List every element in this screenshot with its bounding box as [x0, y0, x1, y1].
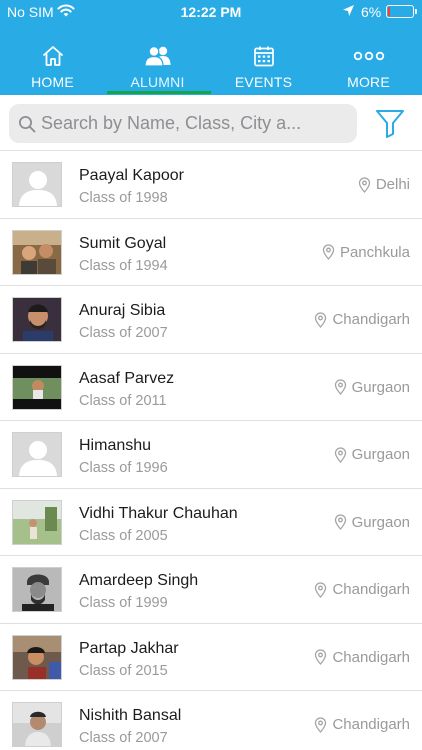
location-pin-icon	[315, 311, 327, 328]
alumni-row[interactable]: Aasaf Parvez Class of 2011 Gurgaon	[0, 354, 422, 421]
location-pin-icon	[334, 379, 346, 395]
search-icon	[19, 116, 36, 133]
avatar-photo	[12, 634, 62, 680]
alumni-class: Class of 1999	[79, 595, 168, 611]
alumni-location: Chandigarh	[314, 649, 410, 666]
active-tab-indicator	[107, 91, 211, 94]
alumni-city: Chandigarh	[332, 716, 410, 733]
location-pin-icon	[315, 716, 327, 733]
avatar-photo	[12, 702, 62, 747]
battery-icon	[386, 5, 417, 18]
alumni-class: Class of 2005	[79, 527, 168, 544]
alumni-name: Partap Jakhar	[79, 639, 179, 657]
tab-home-label: HOME	[31, 74, 74, 90]
alumni-name: Himanshu	[79, 437, 152, 454]
alumni-location: Chandigarh	[314, 311, 410, 328]
alumni-row[interactable]: Vidhi Thakur Chauhan Class of 2005 Gurga…	[0, 489, 422, 556]
alumni-city: Delhi	[375, 176, 410, 193]
location-pin-icon	[334, 514, 346, 530]
alumni-city: Gurgaon	[351, 513, 410, 531]
alumni-location: Gurgaon	[334, 446, 410, 463]
alumni-location: Panchkula	[322, 244, 410, 261]
alumni-row[interactable]: Paayal Kapoor Class of 1998 Delhi	[0, 151, 422, 219]
more-dots-icon	[353, 51, 384, 61]
calendar-icon	[253, 46, 274, 67]
alumni-location: Gurgaon	[334, 514, 410, 531]
alumni-row[interactable]: Sumit Goyal Class of 1994 Panchkula	[0, 219, 422, 286]
tab-alumni[interactable]: ALUMNI	[105, 40, 210, 95]
avatar-photo	[12, 364, 62, 410]
alumni-city: Chandigarh	[332, 581, 410, 598]
people-icon	[143, 46, 170, 67]
location-pin-icon	[315, 649, 327, 665]
tab-more-label: MORE	[347, 74, 390, 90]
battery-level	[388, 7, 390, 16]
alumni-class: Class of 2011	[79, 392, 167, 409]
tab-more[interactable]: MORE	[316, 40, 421, 95]
status-time: 12:22 PM	[180, 4, 242, 20]
tab-alumni-label: ALUMNI	[130, 74, 185, 90]
alumni-class: Class of 1994	[79, 257, 168, 274]
tab-events[interactable]: EVENTS	[211, 40, 316, 95]
search-bar	[0, 95, 422, 151]
alumni-location: Delhi	[358, 176, 410, 193]
home-icon	[42, 46, 63, 66]
alumni-name: Anuraj Sibia	[79, 302, 166, 319]
tab-home[interactable]: HOME	[0, 40, 105, 95]
tab-bar: HOME ALUMNI EVENTS MORE	[0, 40, 422, 95]
alumni-class: Class of 2015	[79, 662, 168, 679]
alumni-row[interactable]: Partap Jakhar Class of 2015 Chandigarh	[0, 624, 422, 691]
avatar-placeholder	[12, 162, 62, 207]
tab-events-label: EVENTS	[234, 74, 293, 90]
alumni-row[interactable]: Amardeep Singh Class of 1999 Chandigarh	[0, 556, 422, 624]
alumni-row[interactable]: Anuraj Sibia Class of 2007 Chandigarh	[0, 286, 422, 354]
search-input[interactable]	[41, 104, 347, 143]
location-pin-icon	[358, 176, 370, 193]
alumni-name: Aasaf Parvez	[79, 369, 175, 387]
alumni-name: Nishith Bansal	[79, 707, 182, 724]
alumni-name: Vidhi Thakur Chauhan	[79, 504, 238, 522]
search-field[interactable]	[9, 104, 357, 143]
avatar-photo	[12, 229, 62, 275]
alumni-row[interactable]: Nishith Bansal Class of 2007 Chandigarh	[0, 691, 422, 750]
filter-icon[interactable]	[372, 107, 408, 139]
status-bar: No SIM 12:22 PM 6%	[0, 0, 422, 24]
location-pin-icon	[315, 581, 327, 598]
alumni-city: Chandigarh	[332, 311, 410, 328]
location-pin-icon	[322, 244, 335, 260]
location-pin-icon	[334, 446, 346, 463]
alumni-location: Chandigarh	[314, 581, 410, 598]
alumni-row[interactable]: Himanshu Class of 1996 Gurgaon	[0, 421, 422, 489]
alumni-class: Class of 2007	[79, 325, 168, 341]
avatar-photo	[12, 297, 62, 342]
app-header: No SIM 12:22 PM 6% HOME ALUMNI EVENTS MO…	[0, 0, 422, 95]
alumni-class: Class of 1996	[79, 460, 168, 476]
alumni-city: Panchkula	[339, 243, 410, 261]
avatar-placeholder	[12, 432, 62, 477]
alumni-city: Chandigarh	[332, 648, 410, 666]
alumni-city: Gurgaon	[351, 446, 410, 463]
location-arrow-icon	[343, 5, 354, 16]
alumni-city: Gurgaon	[351, 378, 410, 396]
battery-percent: 6%	[361, 4, 382, 20]
alumni-class: Class of 1998	[79, 190, 168, 206]
avatar-photo	[12, 567, 62, 612]
avatar-photo	[12, 499, 62, 545]
alumni-location: Gurgaon	[334, 379, 410, 396]
alumni-list: Paayal Kapoor Class of 1998 Delhi Sumit …	[0, 151, 422, 750]
alumni-name: Sumit Goyal	[79, 234, 167, 252]
alumni-name: Paayal Kapoor	[79, 167, 184, 184]
alumni-name: Amardeep Singh	[79, 572, 199, 589]
alumni-location: Chandigarh	[314, 716, 410, 733]
alumni-class: Class of 2007	[79, 730, 168, 746]
